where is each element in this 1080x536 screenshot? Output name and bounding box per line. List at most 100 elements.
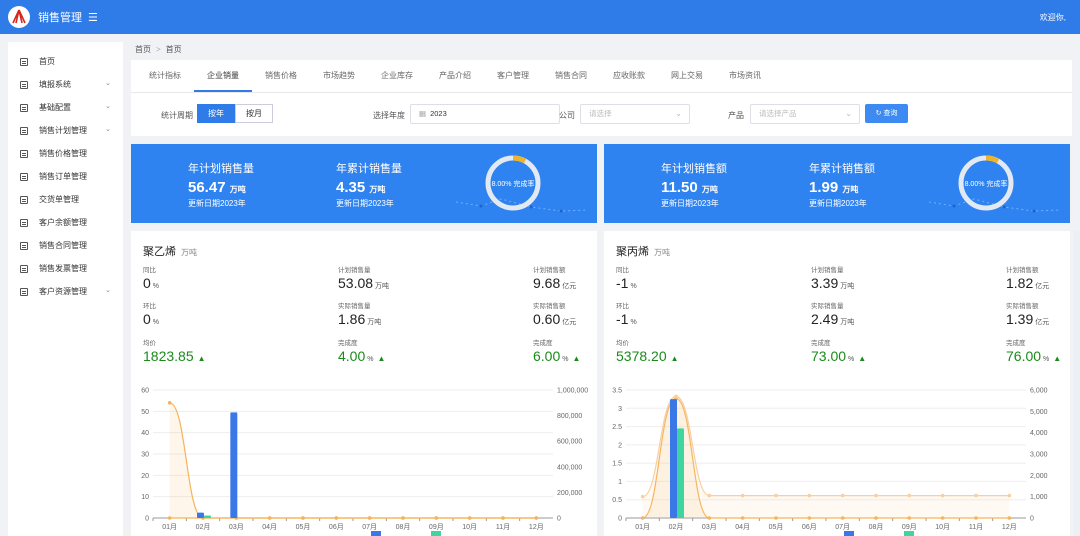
- metric-value: 2.49 万吨: [811, 311, 855, 327]
- sidebar-item[interactable]: 客户资源管理 ⌄: [8, 280, 123, 303]
- menu-item-icon: [20, 241, 28, 250]
- x-tick-label: 05月: [296, 523, 311, 531]
- y-tick-left: 0: [618, 516, 622, 523]
- product-card-pe: 聚乙烯 万吨 同比 0% 计划销售量 53.08 万吨 计划销售额 9.68 亿元 环比 0% 实际销售…: [131, 231, 597, 536]
- sidebar-item[interactable]: 销售计划管理 ⌄: [8, 119, 123, 142]
- kpi-banner-volume: 年计划销售量 56.47 万吨 更新日期2023年 年累计销售量 4.35 万吨…: [131, 144, 597, 223]
- sidebar-item[interactable]: 交货单管理: [8, 188, 123, 211]
- scrollbar[interactable]: [1074, 231, 1080, 536]
- metric-value: 0%: [143, 275, 160, 291]
- series-point: [534, 516, 539, 520]
- trend-up-icon: ▲: [572, 354, 581, 363]
- y-tick-right: 2,000: [1030, 473, 1048, 480]
- metric-completion-qty: 完成度 4.00% ▲: [338, 337, 385, 364]
- chevron-down-icon: ⌄: [105, 80, 111, 87]
- series-point: [640, 494, 645, 499]
- period-toggle: 按年 按月: [197, 104, 273, 123]
- tab[interactable]: 产品介绍: [426, 60, 484, 92]
- sidebar-item[interactable]: 客户余额管理: [8, 211, 123, 234]
- sidebar-item[interactable]: 销售合同管理: [8, 234, 123, 257]
- cumulative-amount-value: 1.99 万吨: [809, 179, 859, 196]
- company-select[interactable]: 请选择 ⌄: [580, 104, 690, 124]
- sidebar-item[interactable]: 销售价格管理: [8, 142, 123, 165]
- company-label: 公司: [559, 111, 575, 120]
- tab[interactable]: 应收账款: [600, 60, 658, 92]
- top-bar: 销售管理 ☰ 欢迎你,: [0, 0, 1080, 34]
- x-tick-label: 11月: [969, 523, 983, 531]
- company-logo: [8, 6, 30, 28]
- sidebar-item-label: 客户余额管理: [39, 218, 87, 227]
- metric-label: 均价: [143, 340, 156, 347]
- year-label: 选择年度: [373, 111, 405, 120]
- menu-item-icon: [20, 80, 28, 89]
- sidebar-item[interactable]: 基础配置 ⌄: [8, 96, 123, 119]
- breadcrumb-separator-icon: >: [156, 45, 161, 54]
- tab[interactable]: 销售合同: [542, 60, 600, 92]
- series-point: [334, 516, 339, 520]
- menu-toggle-icon[interactable]: ☰: [88, 11, 98, 24]
- card-title: 聚丙烯 万吨: [616, 246, 670, 258]
- query-button[interactable]: ↻ 查询: [865, 104, 908, 123]
- series-area: [169, 402, 537, 518]
- welcome-text[interactable]: 欢迎你,: [1040, 12, 1066, 23]
- tab[interactable]: 市场资讯: [716, 60, 774, 92]
- period-label: 统计周期: [161, 111, 193, 120]
- cumulative-volume-label: 年累计销售量: [336, 163, 402, 175]
- sidebar-item-label: 销售发票管理: [39, 264, 87, 273]
- product-select[interactable]: 请选择产品 ⌄: [750, 104, 860, 124]
- series-area: [642, 396, 1010, 518]
- breadcrumb-home[interactable]: 首页: [135, 45, 151, 54]
- sidebar-item-label: 客户资源管理: [39, 287, 87, 296]
- sidebar-item[interactable]: 首页: [8, 50, 123, 73]
- tab[interactable]: 销售价格: [252, 60, 310, 92]
- y-tick-left: 1.5: [612, 461, 622, 468]
- x-tick-label: 12月: [1002, 523, 1017, 531]
- period-monthly-button[interactable]: 按月: [235, 104, 273, 123]
- metric-label: 实际销售量: [338, 303, 371, 310]
- metric-value: 1823.85 ▲: [143, 348, 206, 364]
- bar: [197, 512, 204, 518]
- y-tick-right: 800,000: [557, 413, 582, 420]
- chevron-down-icon: ⌄: [675, 109, 682, 118]
- x-tick-label: 10月: [935, 523, 950, 531]
- metric-yoy: 同比 0%: [143, 264, 159, 291]
- series-point: [740, 493, 745, 498]
- metric-value: 1.82 亿元: [1006, 275, 1050, 291]
- plan-amount-date: 更新日期2023年: [661, 199, 719, 208]
- tab[interactable]: 客户管理: [484, 60, 542, 92]
- x-tick-label: 01月: [162, 523, 177, 531]
- tab-bar: 统计指标 企业销量 销售价格 市场趋势 企业库存 产品介绍 客户管理 销售合同 应收账款 网上交易…: [131, 60, 1072, 93]
- company-placeholder: 请选择: [589, 109, 612, 118]
- metric-label: 计划销售额: [533, 267, 566, 274]
- tab[interactable]: 企业库存: [368, 60, 426, 92]
- metric-act-amt: 实际销售额 0.60 亿元: [533, 300, 576, 327]
- metric-value: 1.39 亿元: [1006, 311, 1050, 327]
- cumulative-volume-date: 更新日期2023年: [336, 199, 394, 208]
- sidebar-item-label: 首页: [39, 57, 55, 66]
- tab[interactable]: 企业销量: [194, 60, 252, 92]
- series-point: [774, 493, 778, 498]
- x-tick-label: 06月: [329, 523, 344, 531]
- metric-plan-amt: 计划销售额 1.82 亿元: [1006, 264, 1049, 291]
- tab[interactable]: 统计指标: [136, 60, 194, 92]
- sidebar-item[interactable]: 填报系统 ⌄: [8, 73, 123, 96]
- tab[interactable]: 网上交易: [658, 60, 716, 92]
- metric-completion-amt: 完成度 6.00% ▲: [533, 337, 580, 364]
- metric-mom: 环比 0%: [143, 300, 159, 327]
- y-tick-left: 2: [618, 442, 622, 449]
- menu-item-icon: [20, 103, 28, 112]
- bar: [230, 412, 238, 518]
- year-picker[interactable]: ▦ 2023: [410, 104, 560, 124]
- trend-up-icon: ▲: [377, 354, 386, 363]
- metric-plan-qty: 计划销售量 53.08 万吨: [338, 264, 389, 291]
- x-tick-label: 01月: [635, 523, 650, 531]
- period-yearly-button[interactable]: 按年: [197, 104, 235, 123]
- refresh-icon: ↻: [875, 110, 882, 117]
- sidebar-item[interactable]: 销售发票管理: [8, 257, 123, 280]
- sidebar-item[interactable]: 销售订单管理: [8, 165, 123, 188]
- sidebar-item-label: 销售合同管理: [39, 241, 87, 250]
- metric-label: 完成度: [811, 340, 831, 347]
- tab[interactable]: 市场趋势: [310, 60, 368, 92]
- series-point: [367, 516, 372, 520]
- y-tick-left: 3.5: [612, 388, 622, 395]
